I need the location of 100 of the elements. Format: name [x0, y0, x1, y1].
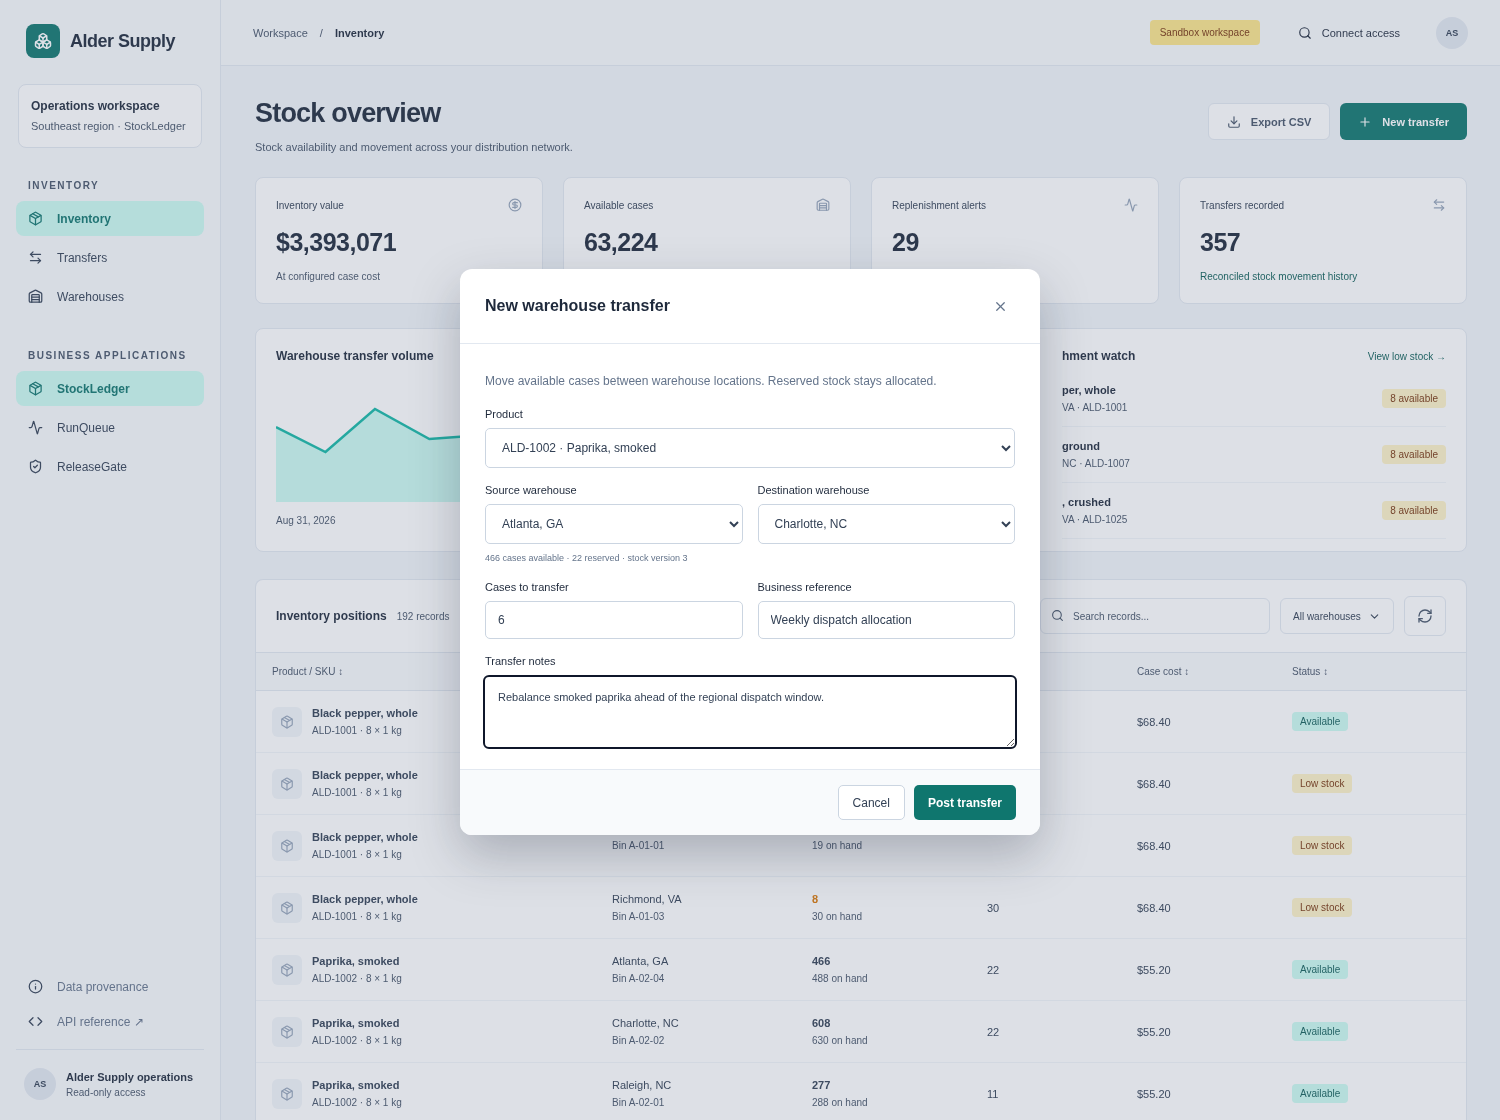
search-icon [1297, 25, 1312, 40]
breadcrumb-item[interactable]: Inventory [334, 26, 385, 39]
destination-select[interactable]: Charlotte, NC [757, 504, 1015, 544]
product-name: Paprika, smoked [312, 955, 401, 967]
nav-icon [28, 381, 43, 396]
bin-location: Bin A-02-04 [612, 973, 666, 984]
chart-date-label: Aug 31, 2026 [276, 515, 336, 526]
case-cost: $68.40 [1137, 839, 1172, 852]
on-hand-count: 30 on hand [812, 911, 864, 922]
product-name: Black pepper, whole [312, 707, 418, 719]
user-avatar[interactable]: AS [1436, 16, 1468, 49]
case-cost: $55.20 [1137, 1025, 1172, 1038]
field-label: Product [485, 408, 524, 420]
connect-access-button[interactable]: Connect access [1291, 24, 1406, 41]
product-name: Black pepper, whole [312, 769, 418, 781]
activity-icon [1124, 198, 1138, 212]
refresh-button[interactable] [1404, 596, 1446, 636]
sidebar-link[interactable]: API reference ↗ [57, 1014, 144, 1029]
on-hand-count: 288 on hand [812, 1097, 869, 1108]
user-avatar[interactable]: AS [24, 1068, 56, 1100]
watch-item-meta: VA · ALD-1025 [1062, 514, 1128, 525]
case-cost: $55.20 [1137, 1087, 1172, 1100]
watch-item-name: , crushed [1062, 496, 1112, 508]
table-title: Inventory positions [276, 609, 387, 623]
stat-label: Transfers recorded [1200, 199, 1285, 211]
sidebar-item[interactable]: ReleaseGate [16, 449, 204, 484]
cancel-button[interactable]: Cancel [837, 785, 905, 820]
arrows-icon [1432, 198, 1446, 212]
product-name: Black pepper, whole [312, 831, 418, 843]
card-title: hment watch [1062, 349, 1136, 363]
package-icon [272, 892, 302, 923]
status-badge: Low stock [1292, 774, 1353, 793]
sidebar-item[interactable]: RunQueue [16, 410, 204, 445]
nav-icon [28, 459, 43, 474]
column-header[interactable]: Case cost ↕ [1137, 666, 1292, 677]
case-cost: $55.20 [1137, 963, 1172, 976]
post-transfer-button[interactable]: Post transfer [913, 785, 1016, 820]
stat-value: 63,224 [584, 228, 659, 257]
availability-badge: 8 available [1382, 501, 1446, 520]
reserved-count: 22 [987, 963, 1001, 976]
view-low-stock-link[interactable]: View low stock → [1367, 350, 1446, 362]
notes-textarea[interactable]: Rebalance smoked paprika ahead of the regional dispatch window. [483, 675, 1017, 749]
code-icon [28, 1014, 43, 1029]
warehouse-name: Atlanta, GA [612, 955, 670, 967]
sidebar-item[interactable]: Transfers [16, 240, 204, 275]
source-select[interactable]: Atlanta, GA [485, 504, 743, 544]
bin-location: Bin A-01-01 [612, 840, 666, 851]
sidebar-item-label: RunQueue [57, 420, 116, 435]
product-sku: ALD-1001 · 8 × 1 kg [312, 849, 403, 860]
search-field[interactable]: Search records... [1040, 598, 1270, 634]
case-cost: $68.40 [1137, 715, 1172, 728]
sidebar-link[interactable]: Data provenance [57, 979, 149, 994]
column-header[interactable]: Status ↕ [1292, 666, 1450, 677]
status-badge: Available [1292, 712, 1349, 731]
reserved-count: 22 [987, 1025, 1001, 1038]
workspace-card[interactable]: Operations workspace Southeast region · StockLedger [18, 84, 202, 148]
sidebar-item[interactable]: Warehouses [16, 279, 204, 314]
breadcrumb-item[interactable]: Workspace [253, 26, 308, 39]
availability-badge: 8 available [1382, 445, 1446, 464]
sidebar-item[interactable]: Inventory [16, 201, 204, 236]
status-badge: Available [1292, 960, 1349, 979]
stat-label: Available cases [584, 199, 654, 211]
package-icon [272, 1016, 302, 1047]
package-icon [272, 830, 302, 861]
package-icon [272, 1078, 302, 1109]
breadcrumb-separator: / [319, 26, 323, 39]
sidebar-item-label: StockLedger [57, 381, 130, 396]
on-hand-count: 630 on hand [812, 1035, 869, 1046]
watch-item-name: ground [1062, 440, 1101, 452]
dollar-icon [508, 198, 522, 212]
warehouse-icon [816, 198, 830, 212]
sidebar-item[interactable]: StockLedger [16, 371, 204, 406]
stat-label: Replenishment alerts [892, 199, 986, 211]
product-select[interactable]: ALD-1002 · Paprika, smoked [485, 428, 1015, 468]
product-sku: ALD-1002 · 8 × 1 kg [312, 1035, 402, 1046]
export-button[interactable]: Export CSV [1207, 103, 1331, 140]
product-sku: ALD-1002 · 8 × 1 kg [312, 973, 402, 984]
bin-location: Bin A-02-02 [612, 1035, 666, 1046]
plus-icon [1358, 114, 1373, 129]
field-label: Destination warehouse [757, 484, 871, 496]
field-label: Cases to transfer [485, 581, 570, 593]
card-title: Warehouse transfer volume [276, 349, 435, 363]
product-name: Paprika, smoked [312, 1017, 401, 1029]
stat-label: Inventory value [276, 199, 344, 211]
workspace-subtitle: Southeast region · StockLedger [31, 119, 187, 133]
stat-value: 357 [1200, 228, 1242, 257]
available-cases: 277 [812, 1079, 832, 1091]
reference-input[interactable]: Weekly dispatch allocation [757, 601, 1015, 639]
cases-input[interactable]: 6 [485, 601, 743, 639]
sidebar-item-label: ReleaseGate [57, 459, 128, 474]
available-cases: 466 [812, 955, 832, 967]
product-sku: ALD-1001 · 8 × 1 kg [312, 911, 403, 922]
warehouse-filter[interactable]: All warehouses [1280, 598, 1394, 634]
package-icon [272, 954, 302, 985]
package-icon [272, 706, 302, 737]
new-transfer-button[interactable]: New transfer [1340, 103, 1467, 140]
stat-note: At configured case cost [276, 271, 381, 282]
product-name: Paprika, smoked [312, 1079, 401, 1091]
status-badge: Low stock [1292, 898, 1353, 917]
watch-item-meta: VA · ALD-1001 [1062, 402, 1128, 413]
